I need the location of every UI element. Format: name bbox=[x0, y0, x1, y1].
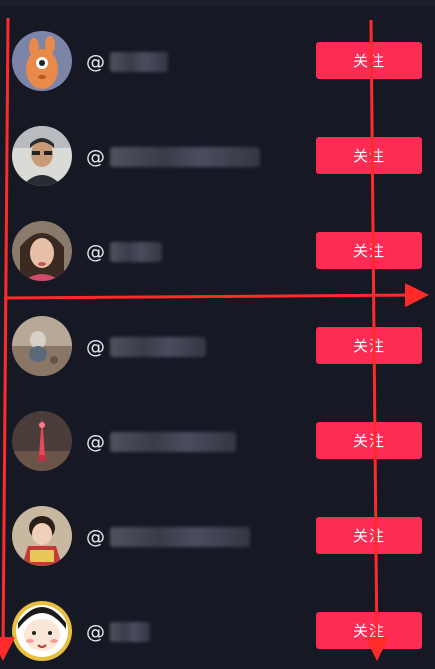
redacted-name bbox=[109, 337, 206, 357]
list-item[interactable]: @ 关注 bbox=[0, 394, 435, 489]
list-item[interactable]: @ 关注 bbox=[0, 489, 435, 584]
redacted-name bbox=[109, 242, 162, 262]
username: @ bbox=[86, 525, 250, 549]
username: @ bbox=[86, 335, 206, 359]
follow-button[interactable]: 关注 bbox=[316, 517, 422, 554]
redacted-name bbox=[109, 52, 168, 72]
follow-button[interactable]: 关注 bbox=[316, 327, 422, 364]
follow-list-screen: @ 关注 @ 关注 @ 关注 @ 关注 @ 关注 @ 关注 @ 关注 bbox=[0, 0, 435, 669]
follow-button[interactable]: 关注 bbox=[316, 42, 422, 79]
follow-button[interactable]: 关注 bbox=[316, 137, 422, 174]
username: @ bbox=[86, 620, 150, 644]
avatar[interactable] bbox=[12, 221, 72, 281]
username: @ bbox=[86, 430, 236, 454]
avatar[interactable] bbox=[12, 411, 72, 471]
list-item[interactable]: @ 关注 bbox=[0, 204, 435, 299]
follow-button[interactable]: 关注 bbox=[316, 422, 422, 459]
redacted-name bbox=[109, 147, 260, 167]
list-item[interactable]: @ 关注 bbox=[0, 584, 435, 669]
top-divider bbox=[0, 0, 435, 6]
list-item[interactable]: @ 关注 bbox=[0, 299, 435, 394]
user-list: @ 关注 @ 关注 @ 关注 @ 关注 @ 关注 @ 关注 @ 关注 bbox=[0, 14, 435, 669]
avatar[interactable] bbox=[12, 316, 72, 376]
avatar[interactable] bbox=[12, 31, 72, 91]
redacted-name bbox=[109, 622, 150, 642]
username: @ bbox=[86, 145, 260, 169]
follow-button[interactable]: 关注 bbox=[316, 612, 422, 649]
list-item[interactable]: @ 关注 bbox=[0, 109, 435, 204]
username: @ bbox=[86, 50, 168, 74]
redacted-name bbox=[109, 432, 236, 452]
list-item[interactable]: @ 关注 bbox=[0, 14, 435, 109]
avatar[interactable] bbox=[12, 506, 72, 566]
follow-button[interactable]: 关注 bbox=[316, 232, 422, 269]
avatar[interactable] bbox=[12, 126, 72, 186]
username: @ bbox=[86, 240, 162, 264]
redacted-name bbox=[109, 527, 250, 547]
avatar[interactable] bbox=[12, 601, 72, 661]
